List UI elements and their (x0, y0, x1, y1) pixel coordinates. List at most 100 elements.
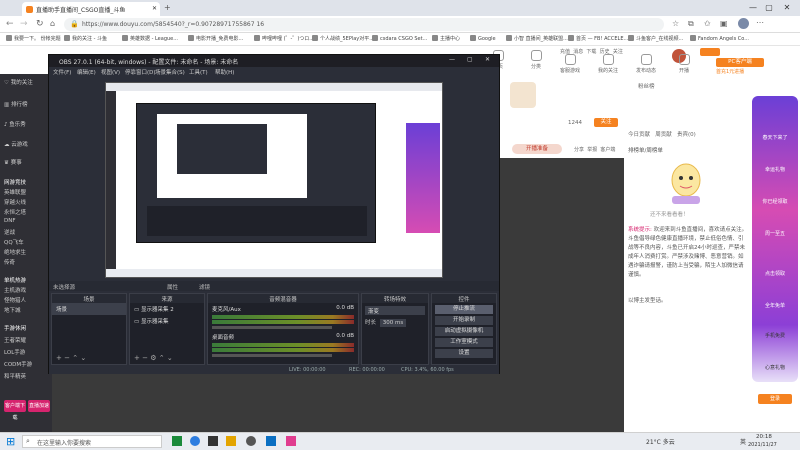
sidebar-link[interactable]: 地下城 (4, 306, 50, 314)
volume-slider[interactable] (212, 326, 332, 329)
promo-item[interactable]: 点击领取 (754, 270, 796, 277)
obs-menu-edit[interactable]: 编辑(E) (77, 68, 96, 76)
scene-item[interactable]: 场景 (52, 303, 126, 315)
tab-today[interactable]: 今日贡献 (628, 132, 650, 138)
nav-category[interactable]: 分类 (518, 50, 554, 70)
volume-slider[interactable] (212, 354, 332, 357)
sidebar-link[interactable]: DNF (4, 218, 50, 224)
minimize-button[interactable]: — (748, 3, 758, 13)
weather-text[interactable]: 21°C 多云 (646, 437, 675, 446)
home-icon[interactable]: ⌂ (50, 19, 55, 28)
sidebar-link[interactable]: LOL手游 (4, 348, 50, 356)
favorites-icon[interactable]: ✩ (704, 19, 711, 28)
remove-icon[interactable]: − (64, 354, 70, 362)
source-item[interactable]: ▭ 显示器采集 (130, 315, 204, 327)
promo-item[interactable]: 春天下来了 (754, 134, 796, 141)
sidebar-link[interactable]: 和平精英 (4, 372, 50, 380)
sidebar-link[interactable]: 怪物猎人 (4, 296, 50, 304)
browser-menu-icon[interactable]: ⋯ (756, 18, 764, 27)
add-icon[interactable]: + (134, 354, 140, 362)
edge-icon[interactable] (190, 436, 200, 446)
obs-maximize[interactable]: ▢ (467, 56, 473, 63)
bookmark-item[interactable]: 首页 — FB! ACCELE... (568, 35, 628, 42)
maximize-button[interactable]: ▢ (764, 3, 774, 13)
report-link[interactable]: 举报 (587, 147, 597, 153)
obs-taskbar-icon[interactable] (246, 436, 256, 446)
virtual-camera-button[interactable]: 启动虚拟摄像机 (435, 327, 493, 336)
promo-item[interactable]: 手机免费 (754, 332, 796, 339)
sidebar-link[interactable]: CODM手游 (4, 360, 50, 368)
add-icon[interactable]: + (56, 354, 62, 362)
clock-date[interactable]: 2021/11/27 (748, 442, 777, 448)
obs-preview[interactable] (105, 82, 443, 278)
sidebar-link[interactable]: 穿越火线 (4, 198, 50, 206)
bookmark-item[interactable]: 哔哩哔哩 (゜-゜)つロ... (254, 35, 314, 42)
ime-lang[interactable]: 英 (740, 437, 746, 446)
nav-start-live[interactable]: 开播 (666, 54, 702, 74)
gift-prep-badge[interactable]: 开播准备 (512, 144, 562, 154)
tab-week[interactable]: 周贡献 (655, 132, 672, 138)
bookmark-item[interactable]: Fandom Angels Co... (690, 35, 749, 42)
duration-input[interactable]: 300 ms (379, 319, 407, 327)
pc-client-button[interactable]: PC客户端 (716, 58, 764, 67)
bookmark-item[interactable]: 我要一下。 份帐完题 (6, 35, 61, 42)
tab-close-icon[interactable]: ✕ (152, 5, 157, 12)
bookmark-item[interactable]: 个人战绩_5EPlay对平... (312, 35, 374, 42)
up-icon[interactable]: ⌃ (159, 354, 165, 362)
obs-menu-help[interactable]: 帮助(H) (215, 68, 234, 76)
promo-item[interactable]: 幸运礼物 (754, 166, 796, 173)
bookmark-item[interactable]: Google (470, 35, 496, 42)
sidebar-link[interactable]: 传奇 (4, 258, 50, 266)
app-icon[interactable] (286, 436, 296, 446)
extensions-icon[interactable]: ⧉ (688, 19, 694, 29)
promo-item[interactable]: 心意礼物 (754, 364, 796, 371)
folder-icon[interactable] (226, 436, 236, 446)
clock-time[interactable]: 20:18 (756, 434, 772, 440)
remove-icon[interactable]: − (142, 354, 148, 362)
live-accelerate-button[interactable]: 直播加速 (28, 400, 50, 412)
sidebar-link[interactable]: 英雄联盟 (4, 188, 50, 196)
nav-client-games[interactable]: 客服游戏 (552, 54, 588, 74)
sidebar-item-show[interactable]: ♪ 鱼乐秀 (4, 120, 50, 128)
client-link[interactable]: 客户端 (600, 147, 615, 153)
client-download-button[interactable]: 客户端下载 (4, 400, 26, 421)
url-input[interactable]: 🔒 https://www.douyu.com/5854540?_r=0.907… (64, 18, 664, 31)
close-window-button[interactable]: ✕ (782, 3, 792, 13)
filters-button[interactable]: 滤镜 (199, 283, 210, 291)
follow-button[interactable]: 关注 (594, 118, 618, 127)
obs-minimize[interactable]: — (449, 56, 455, 63)
promo-item[interactable]: 全年免单 (754, 302, 796, 309)
sidebar-link[interactable]: 绝地求生 (4, 248, 50, 256)
obs-menu-dock[interactable]: 停靠窗口(D) (125, 68, 156, 76)
bookmark-item[interactable]: csdara CSGO Set... (372, 35, 427, 42)
up-icon[interactable]: ⌃ (72, 354, 78, 362)
sidebar-item-rank[interactable]: ▥ 排行榜 (4, 100, 50, 108)
sidebar-item-events[interactable]: ♛ 赛事 (4, 158, 50, 166)
sidebar-item-cloud-game[interactable]: ☁ 云游戏 (4, 140, 50, 148)
sidebar-link[interactable]: 王者荣耀 (4, 336, 50, 344)
sidebar-link[interactable]: 逆战 (4, 228, 50, 236)
bookmark-item[interactable]: 英雄数据 - League... (122, 35, 178, 42)
source-item[interactable]: ▭ 显示器采集 2 (130, 303, 204, 315)
obs-close[interactable]: ✕ (485, 56, 490, 63)
transition-select[interactable]: 渐变 (365, 306, 425, 315)
bookmark-item[interactable]: 斗鱼客户_在线视频... (628, 35, 683, 42)
promo-login-button[interactable]: 登录 (758, 394, 792, 404)
start-record-button[interactable]: 开始录制 (435, 316, 493, 325)
down-icon[interactable]: ⌄ (167, 354, 173, 362)
share-link[interactable]: 分享 (574, 147, 584, 153)
bookmark-item[interactable]: 小智 直播间_英雄联盟... (506, 35, 568, 42)
stop-stream-button[interactable]: 停止推流 (435, 305, 493, 314)
taskbar-search-input[interactable]: ⌕ 在这里输入你要搜索 (22, 435, 162, 448)
app-icon[interactable] (172, 436, 182, 446)
tab-vip[interactable]: 贵宾(0) (677, 132, 696, 138)
collections-icon[interactable]: ▣ (720, 19, 728, 28)
bookmark-item[interactable]: 电影开播_免费电影... (188, 35, 243, 42)
sidebar-link[interactable]: 永恒之塔 (4, 208, 50, 216)
anchor-avatar[interactable] (510, 82, 536, 108)
windows-start-icon[interactable]: ⊞ (6, 435, 15, 448)
studio-mode-button[interactable]: 工作室模式 (435, 338, 493, 347)
promo-item[interactable]: 周一至五 (754, 230, 796, 237)
sidebar-item-follow[interactable]: ♡ 我的关注 (4, 78, 50, 86)
promo-item[interactable]: 你已经领取 (754, 198, 796, 205)
